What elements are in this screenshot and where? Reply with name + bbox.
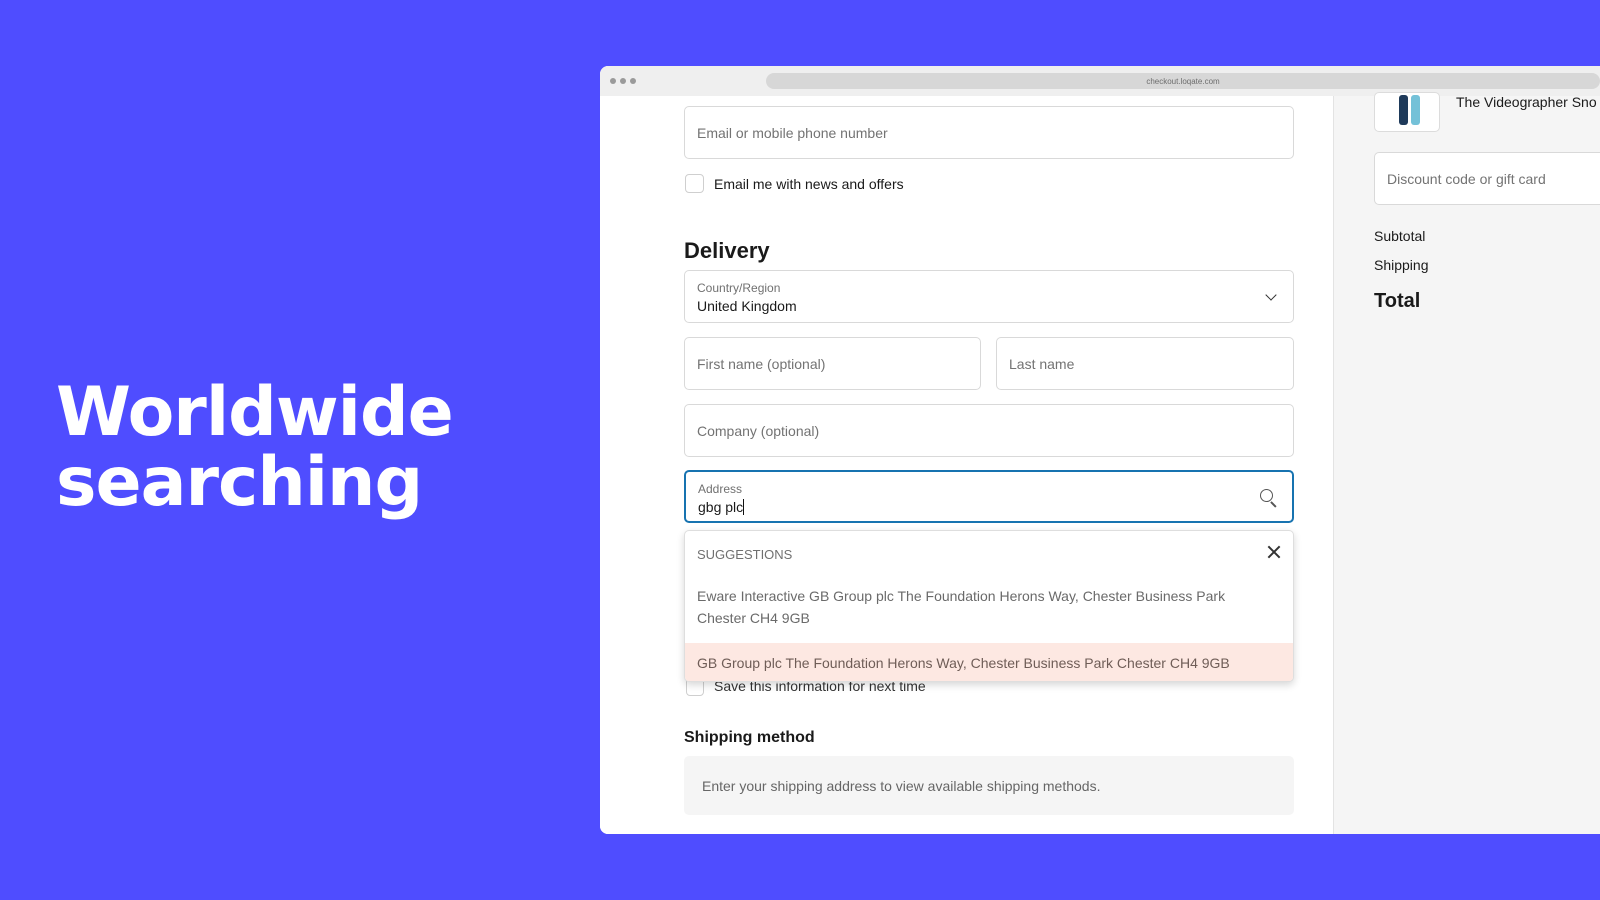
suggestions-heading: SUGGESTIONS xyxy=(697,547,793,562)
window-dots xyxy=(610,78,636,84)
total-label: Total xyxy=(1374,290,1421,312)
address-input-text: gbg plc xyxy=(698,499,744,515)
address-value: gbg plc xyxy=(698,499,745,515)
contact-placeholder: Email or mobile phone number xyxy=(697,124,888,141)
browser-window: checkout.loqate.com Email or mobile phon… xyxy=(600,66,1600,834)
shipping-method-notice: Enter your shipping address to view avai… xyxy=(684,756,1294,815)
country-value: United Kingdom xyxy=(697,298,797,314)
checkout-form: Email or mobile phone number Email me wi… xyxy=(600,96,1333,834)
product-image xyxy=(1399,95,1408,125)
suggestion-line: GB Group plc The Foundation Herons Way, … xyxy=(697,655,1230,671)
address-suggestions-dropdown: SUGGESTIONS Eware Interactive GB Group p… xyxy=(684,530,1294,682)
product-thumbnail xyxy=(1374,92,1440,132)
search-icon[interactable] xyxy=(1260,489,1278,508)
contact-field[interactable]: Email or mobile phone number xyxy=(684,106,1294,159)
address-label: Address xyxy=(698,482,743,496)
url-bar[interactable]: checkout.loqate.com xyxy=(766,73,1600,89)
close-icon[interactable] xyxy=(1267,545,1281,559)
window-dot xyxy=(610,78,616,84)
shipping-label: Shipping xyxy=(1374,257,1429,273)
headline-line-1: Worldwide xyxy=(56,373,454,452)
last-name-field[interactable]: Last name xyxy=(996,337,1294,390)
news-checkbox-label: Email me with news and offers xyxy=(714,176,904,192)
text-caret xyxy=(743,499,745,515)
company-placeholder: Company (optional) xyxy=(697,422,820,439)
window-dot xyxy=(630,78,636,84)
country-select[interactable]: Country/Region United Kingdom xyxy=(684,270,1294,323)
window-dot xyxy=(620,78,626,84)
first-name-placeholder: First name (optional) xyxy=(697,355,826,372)
last-name-placeholder: Last name xyxy=(1009,355,1075,372)
shipping-method-heading: Shipping method xyxy=(684,729,815,746)
delivery-heading: Delivery xyxy=(684,238,770,263)
first-name-field[interactable]: First name (optional) xyxy=(684,337,981,390)
product-name: The Videographer Sno xyxy=(1456,94,1597,110)
suggestion-line: Chester CH4 9GB xyxy=(697,610,810,626)
suggestion-item[interactable]: Eware Interactive GB Group plc The Found… xyxy=(685,585,1293,629)
news-checkbox[interactable] xyxy=(685,174,704,193)
headline-line-2: searching xyxy=(56,443,423,522)
company-field[interactable]: Company (optional) xyxy=(684,404,1294,457)
subtotal-label: Subtotal xyxy=(1374,228,1426,244)
discount-code-field[interactable]: Discount code or gift card xyxy=(1374,152,1600,205)
address-field[interactable]: Address gbg plc xyxy=(684,470,1294,523)
suggestion-item-highlighted[interactable]: GB Group plc The Foundation Herons Way, … xyxy=(685,643,1293,681)
chevron-down-icon xyxy=(1265,289,1277,301)
hero-headline: Worldwide searching xyxy=(56,373,454,522)
suggestion-line: Eware Interactive GB Group plc The Found… xyxy=(697,588,1226,604)
country-label: Country/Region xyxy=(697,281,781,295)
order-summary: The Videographer Sno Discount code or gi… xyxy=(1333,92,1600,834)
product-image xyxy=(1411,95,1420,125)
shipping-method-note: Enter your shipping address to view avai… xyxy=(702,777,1101,794)
discount-placeholder: Discount code or gift card xyxy=(1387,170,1546,187)
browser-chrome: checkout.loqate.com xyxy=(600,66,1600,96)
